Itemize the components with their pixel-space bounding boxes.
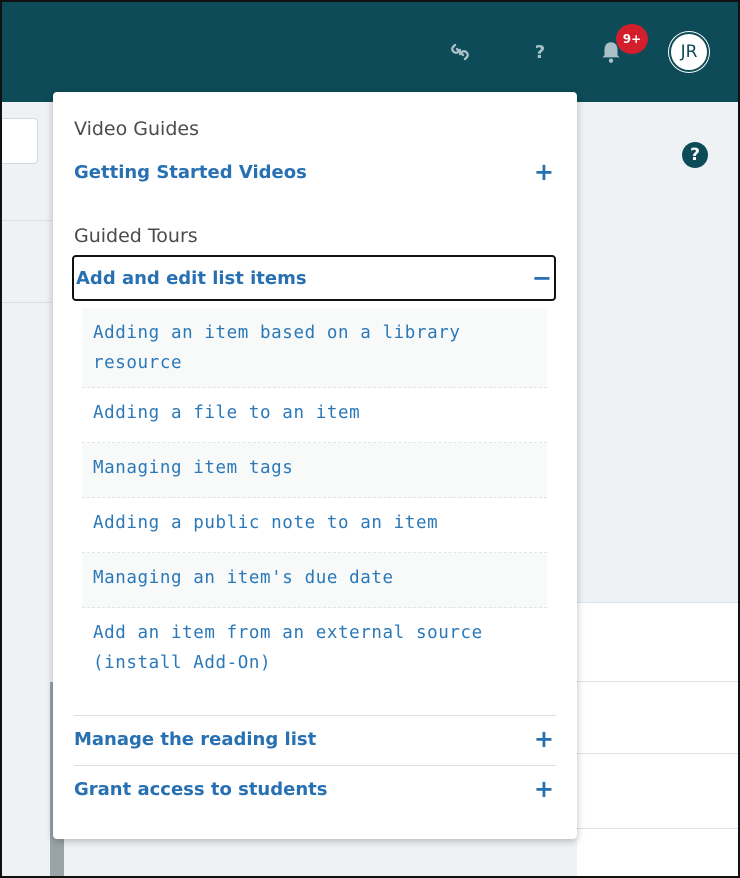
section-heading-video-guides: Video Guides [74,118,199,140]
divider [2,302,52,303]
user-avatar[interactable]: JR [669,32,709,72]
background-card [577,602,738,876]
accordion-label: Grant access to students [74,778,328,800]
tour-link-public-note[interactable]: Adding a public note to an item [82,498,547,553]
plus-icon: + [533,725,554,753]
divider [2,220,52,221]
divider [577,828,738,829]
divider [577,681,738,682]
plus-icon: + [533,775,554,803]
question-icon[interactable]: ? [526,38,554,66]
app-frame: ? 9+ JR ? Video Guides Getting Started V… [0,0,740,878]
tour-link-library-resource[interactable]: Adding an item based on a library resour… [82,308,547,388]
link-icon-graphic [451,43,469,61]
divider [74,765,556,766]
accordion-getting-started-videos[interactable]: Getting Started Videos + [74,152,556,192]
accordion-manage-reading-list[interactable]: Manage the reading list + [74,719,556,759]
help-circle-icon[interactable]: ? [682,142,708,168]
notification-badge[interactable]: 9+ [616,24,648,54]
divider [74,715,556,716]
background-left-pane [2,102,64,876]
help-menu-panel: Video Guides Getting Started Videos + Gu… [53,92,577,839]
background-search-field [2,118,38,164]
tour-link-item-tags[interactable]: Managing item tags [82,443,547,498]
divider [577,753,738,754]
link-icon[interactable] [446,38,474,66]
background-right-pane [577,102,738,876]
accordion-label: Getting Started Videos [74,161,307,183]
minus-icon: − [531,264,552,292]
accordion-grant-access-students[interactable]: Grant access to students + [74,769,556,809]
top-bar: ? 9+ JR [2,2,738,102]
section-heading-guided-tours: Guided Tours [74,225,198,247]
tour-link-add-file[interactable]: Adding a file to an item [82,388,547,443]
tour-link-external-source[interactable]: Add an item from an external source (ins… [82,608,547,690]
accordion-add-and-edit-list-items[interactable]: Add and edit list items − [72,255,556,301]
plus-icon: + [533,158,554,186]
accordion-label: Add and edit list items [76,267,307,289]
accordion-label: Manage the reading list [74,728,317,750]
tour-link-due-date[interactable]: Managing an item's due date [82,553,547,608]
